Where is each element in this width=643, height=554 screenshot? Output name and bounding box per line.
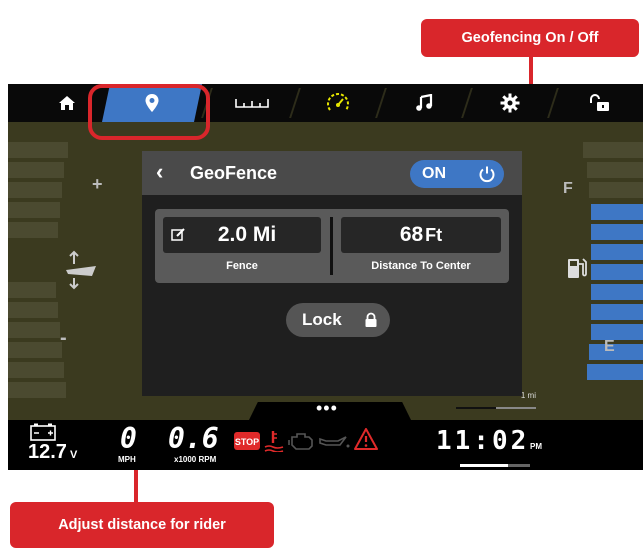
more-dots-icon: •••: [316, 398, 338, 418]
power-icon: [479, 166, 495, 183]
gear-icon: [500, 93, 520, 113]
distance-to-center-label: Distance To Center: [371, 260, 471, 272]
fuel-pump-icon: [568, 258, 587, 278]
back-chevron-icon[interactable]: ‹: [156, 159, 163, 185]
geofence-panel: ‹ GeoFence ON 2.0 Mi Fence 68 Ft Distanc…: [142, 151, 522, 396]
tab-audio[interactable]: [384, 84, 464, 122]
speed-unit: MPH: [118, 455, 136, 464]
oil-pressure-icon: [319, 436, 350, 448]
status-bar: 12.7 V 0 MPH 0.6 x1000 RPM STOP 11:02 PM: [8, 420, 643, 470]
tab-performance[interactable]: [298, 84, 378, 122]
geofence-stats: 2.0 Mi Fence 68 Ft Distance To Center: [155, 209, 509, 283]
warning-triangle-icon: [354, 428, 378, 450]
geofence-panel-header: ‹ GeoFence ON: [142, 151, 522, 195]
distance-to-center-value-box: 68 Ft: [341, 217, 501, 253]
clock-suffix: PM: [530, 442, 542, 451]
svg-text:STOP: STOP: [235, 437, 259, 447]
more-tab[interactable]: •••: [248, 402, 412, 422]
geofencing-toggle-callout: Geofencing On / Off: [421, 19, 639, 57]
fence-distance-field[interactable]: 2.0 Mi: [163, 217, 321, 253]
map-scale: 1 mi: [456, 391, 536, 409]
stat-divider: [330, 217, 333, 275]
dashboard-screen: + - F E 1 mi ‹ GeoFence ON 2.0 Mi Fence …: [8, 84, 643, 470]
speed-value: 0: [120, 422, 137, 455]
active-tab-highlight: [88, 84, 210, 140]
fence-value: 2.0 Mi: [217, 223, 277, 246]
unlock-icon: [589, 94, 609, 111]
trim-down-label: -: [60, 327, 67, 349]
geofence-toggle[interactable]: ON: [410, 160, 504, 188]
panel-title: GeoFence: [190, 163, 278, 183]
engine-stop-warning-icon: STOP: [234, 432, 260, 450]
music-note-icon: [416, 94, 433, 111]
battery-voltage: 12.7 V: [28, 441, 78, 463]
lock-label: Lock: [302, 310, 342, 329]
rpm-value: 0.6: [168, 422, 219, 455]
page-indicator: [460, 464, 508, 467]
adjust-distance-callout: Adjust distance for rider: [10, 502, 274, 548]
toggle-label: ON: [422, 165, 446, 182]
speedometer-icon: [327, 93, 349, 111]
fuel-full-label: F: [563, 180, 573, 197]
tab-settings[interactable]: [470, 84, 550, 122]
fence-label: Fence: [226, 260, 258, 272]
ruler-icon: [235, 99, 269, 108]
lock-icon: [365, 312, 377, 327]
map-scale-label: 1 mi: [520, 391, 536, 400]
distance-value: 68: [399, 223, 424, 246]
trim-up-label: +: [92, 174, 103, 194]
clock-time: 11:02: [436, 426, 530, 456]
page-indicator-rest: [508, 464, 530, 467]
home-icon: [59, 96, 75, 110]
distance-unit: Ft: [425, 224, 443, 245]
lock-button[interactable]: Lock: [286, 303, 390, 337]
tab-trip[interactable]: [212, 84, 292, 122]
check-engine-icon: [288, 433, 313, 450]
battery-icon: [30, 423, 56, 441]
tab-security[interactable]: [556, 84, 643, 122]
coolant-temp-icon: [264, 431, 284, 452]
rpm-unit: x1000 RPM: [174, 455, 217, 464]
edit-icon: [171, 228, 185, 241]
fuel-empty-label: E: [604, 338, 615, 355]
trim-icon: [66, 250, 96, 290]
